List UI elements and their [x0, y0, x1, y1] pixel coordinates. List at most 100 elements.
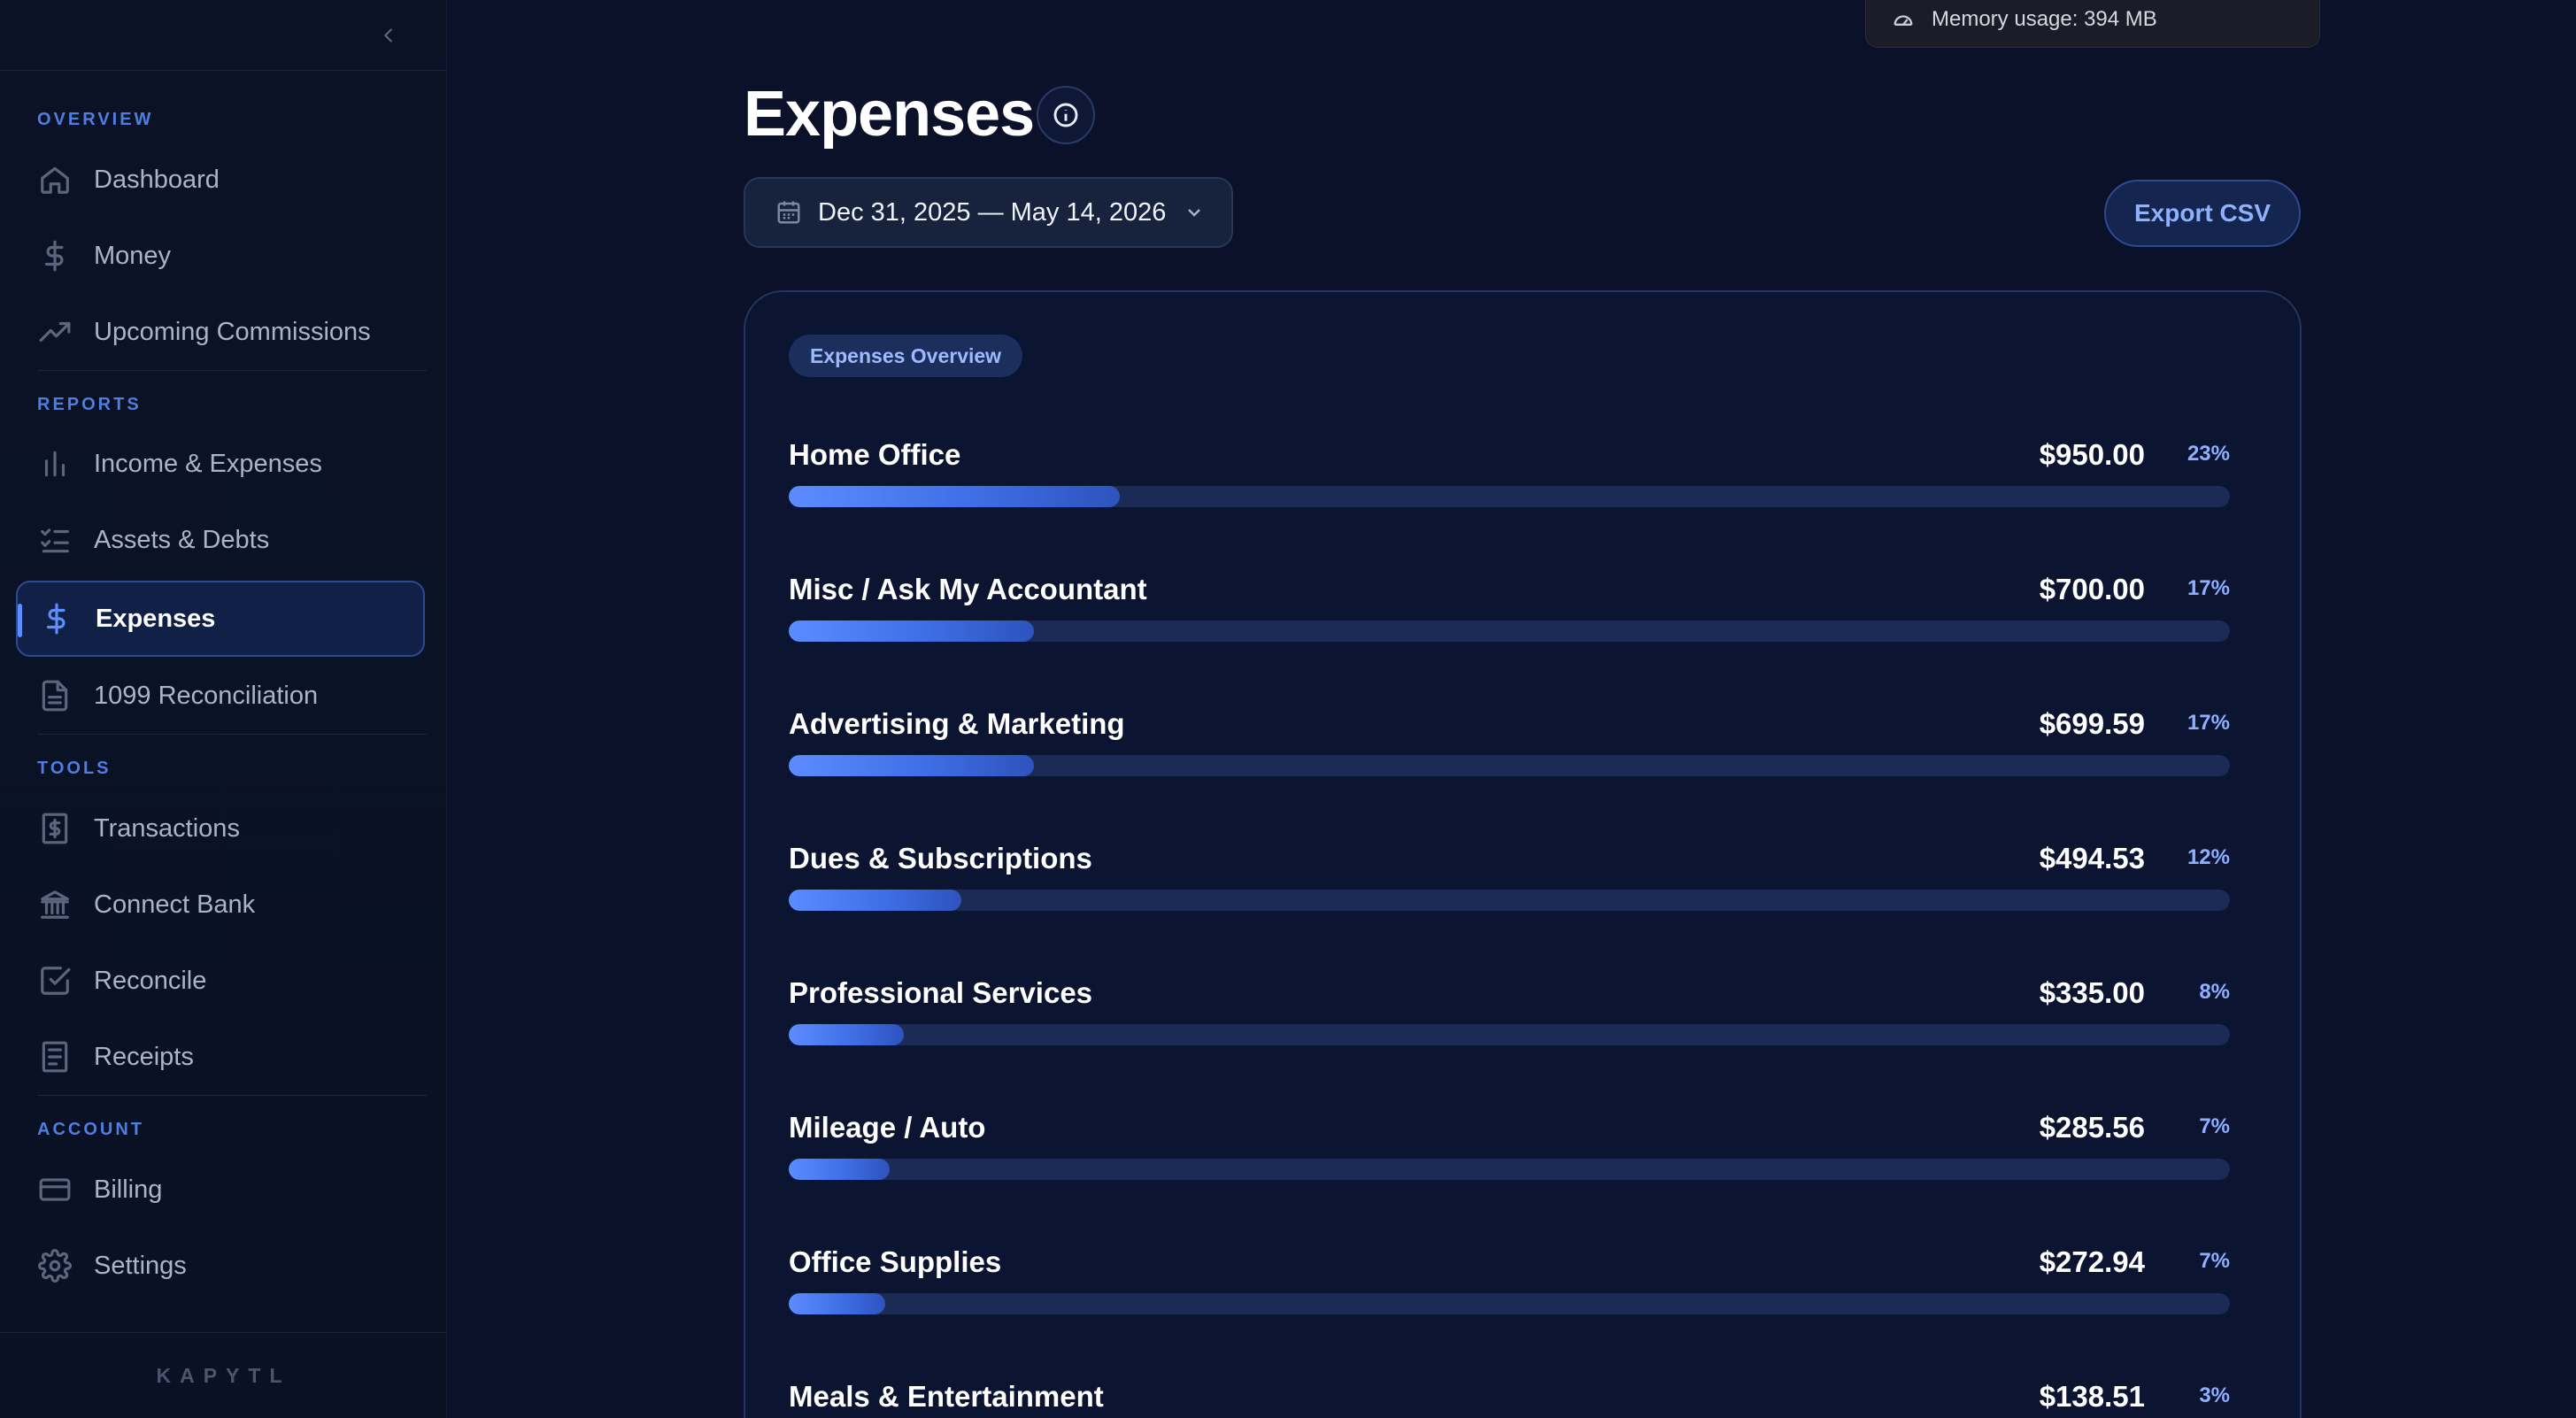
expense-progress-fill: [789, 620, 1034, 642]
sidebar-item-label: Expenses: [96, 604, 216, 633]
sidebar-item-billing[interactable]: Billing: [16, 1152, 425, 1228]
expense-row[interactable]: Mileage / Auto $285.56 7%: [789, 1111, 2230, 1191]
expense-progress-track: [789, 1024, 2230, 1045]
sidebar-item-connect-bank[interactable]: Connect Bank: [16, 867, 425, 943]
date-range-picker[interactable]: Dec 31, 2025 — May 14, 2026: [744, 177, 1233, 248]
sidebar-item-label: Receipts: [94, 1042, 194, 1071]
sidebar-item-upcoming-commissions[interactable]: Upcoming Commissions: [16, 294, 425, 370]
receipt-dollar-icon: [37, 811, 73, 846]
sidebar-item-money[interactable]: Money: [16, 218, 425, 294]
section-divider: [37, 370, 427, 371]
expense-percent: 12%: [2187, 845, 2230, 869]
dollar-icon: [37, 238, 73, 274]
date-range-label: Dec 31, 2025 — May 14, 2026: [818, 197, 1167, 227]
info-button[interactable]: [1037, 86, 1095, 144]
expense-percent: 17%: [2187, 711, 2230, 735]
expense-amount: $700.00: [2039, 573, 2145, 605]
gauge-icon: [1893, 15, 1913, 26]
expense-category-name: Home Office: [789, 438, 961, 471]
expense-category-name: Professional Services: [789, 976, 1093, 1009]
expense-progress-track: [789, 620, 2230, 642]
expense-progress-track: [789, 1159, 2230, 1180]
expense-row[interactable]: Advertising & Marketing $699.59 17%: [789, 707, 2230, 787]
receipt-icon: [37, 1039, 73, 1075]
file-text-icon: [37, 678, 73, 713]
expense-percent: 7%: [2199, 1249, 2230, 1273]
dollar-icon: [39, 601, 74, 636]
sidebar-item-reconcile[interactable]: Reconcile: [16, 943, 425, 1019]
expense-progress-fill: [789, 890, 962, 911]
expense-row[interactable]: Office Supplies $272.94 7%: [789, 1245, 2230, 1325]
expense-percent: 3%: [2199, 1383, 2230, 1407]
expense-amount: $272.94: [2039, 1245, 2145, 1278]
sidebar-item-dashboard[interactable]: Dashboard: [16, 142, 425, 218]
sidebar-item-label: Assets & Debts: [94, 525, 270, 554]
sidebar-item-label: 1099 Reconciliation: [94, 681, 319, 710]
sidebar: OVERVIEW Dashboard Money Upcoming Commis…: [0, 0, 447, 1418]
chevron-left-icon: [383, 28, 392, 42]
collapse-sidebar-button[interactable]: [375, 19, 402, 51]
section-label-account: ACCOUNT: [37, 1120, 144, 1139]
expense-percent: 17%: [2187, 576, 2230, 600]
expense-progress-track: [789, 755, 2230, 776]
expense-progress-fill: [789, 1024, 905, 1045]
sidebar-item-label: Settings: [94, 1251, 187, 1280]
gear-icon: [37, 1248, 73, 1283]
sidebar-item-label: Transactions: [94, 813, 240, 843]
expense-row[interactable]: Home Office $950.00 23%: [789, 438, 2230, 518]
expense-progress-fill: [789, 755, 1034, 776]
expense-category-name: Mileage / Auto: [789, 1111, 986, 1144]
sidebar-item-label: Upcoming Commissions: [94, 317, 371, 346]
expense-row[interactable]: Dues & Subscriptions $494.53 12%: [789, 842, 2230, 921]
expense-progress-fill: [789, 1293, 886, 1314]
export-csv-button[interactable]: Export CSV: [2104, 180, 2301, 247]
section-divider: [37, 734, 427, 735]
bar-chart-icon: [37, 446, 73, 482]
expense-percent: 23%: [2187, 442, 2230, 466]
bank-icon: [37, 887, 73, 922]
expense-row[interactable]: Misc / Ask My Accountant $700.00 17%: [789, 573, 2230, 652]
expense-category-name: Dues & Subscriptions: [789, 842, 1092, 875]
expenses-overview-card: Expenses Overview Home Office $950.00 23% M…: [744, 290, 2302, 1418]
expense-progress-fill: [789, 486, 1121, 507]
expense-category-name: Meals & Entertainment: [789, 1380, 1104, 1413]
calendar-icon: [775, 199, 802, 226]
brand-logo: KAPYTL: [0, 1332, 447, 1418]
expense-row[interactable]: Meals & Entertainment $138.51 3%: [789, 1380, 2230, 1418]
chevron-down-icon: [1184, 202, 1205, 223]
sidebar-item-1099-reconciliation[interactable]: 1099 Reconciliation: [16, 658, 425, 734]
sidebar-item-label: Billing: [94, 1175, 163, 1204]
sidebar-item-transactions[interactable]: Transactions: [16, 790, 425, 867]
sidebar-header: [0, 0, 446, 71]
expense-amount: $699.59: [2039, 707, 2145, 740]
expense-category-name: Advertising & Marketing: [789, 707, 1125, 740]
page-title: Expenses: [744, 79, 1035, 150]
expense-category-name: Office Supplies: [789, 1245, 1002, 1278]
section-label-overview: OVERVIEW: [37, 110, 154, 129]
sidebar-item-settings[interactable]: Settings: [16, 1228, 425, 1304]
sidebar-item-label: Reconcile: [94, 966, 207, 995]
sidebar-item-assets-debts[interactable]: Assets & Debts: [16, 502, 425, 578]
check-square-icon: [37, 963, 73, 998]
expense-progress-fill: [789, 1159, 890, 1180]
info-icon: [1053, 103, 1078, 127]
credit-card-icon: [37, 1172, 73, 1207]
expense-category-name: Misc / Ask My Accountant: [789, 573, 1147, 605]
expense-amount: $138.51: [2039, 1380, 2145, 1413]
expense-percent: 8%: [2199, 980, 2230, 1004]
memory-usage-badge: Memory usage: 394 MB: [1865, 0, 2320, 48]
expense-row[interactable]: Professional Services $335.00 8%: [789, 976, 2230, 1056]
sidebar-item-receipts[interactable]: Receipts: [16, 1019, 425, 1095]
sidebar-item-label: Dashboard: [94, 165, 220, 194]
sidebar-item-label: Connect Bank: [94, 890, 256, 919]
sidebar-item-label: Money: [94, 241, 172, 270]
sidebar-item-income-expenses[interactable]: Income & Expenses: [16, 426, 425, 502]
sidebar-item-expenses[interactable]: Expenses: [16, 581, 425, 657]
home-icon: [37, 162, 73, 197]
sidebar-item-label: Income & Expenses: [94, 449, 322, 478]
section-divider: [37, 1095, 427, 1096]
expense-amount: $494.53: [2039, 842, 2145, 875]
expense-amount: $950.00: [2039, 438, 2145, 471]
expense-progress-track: [789, 890, 2230, 911]
expense-progress-track: [789, 1293, 2230, 1314]
